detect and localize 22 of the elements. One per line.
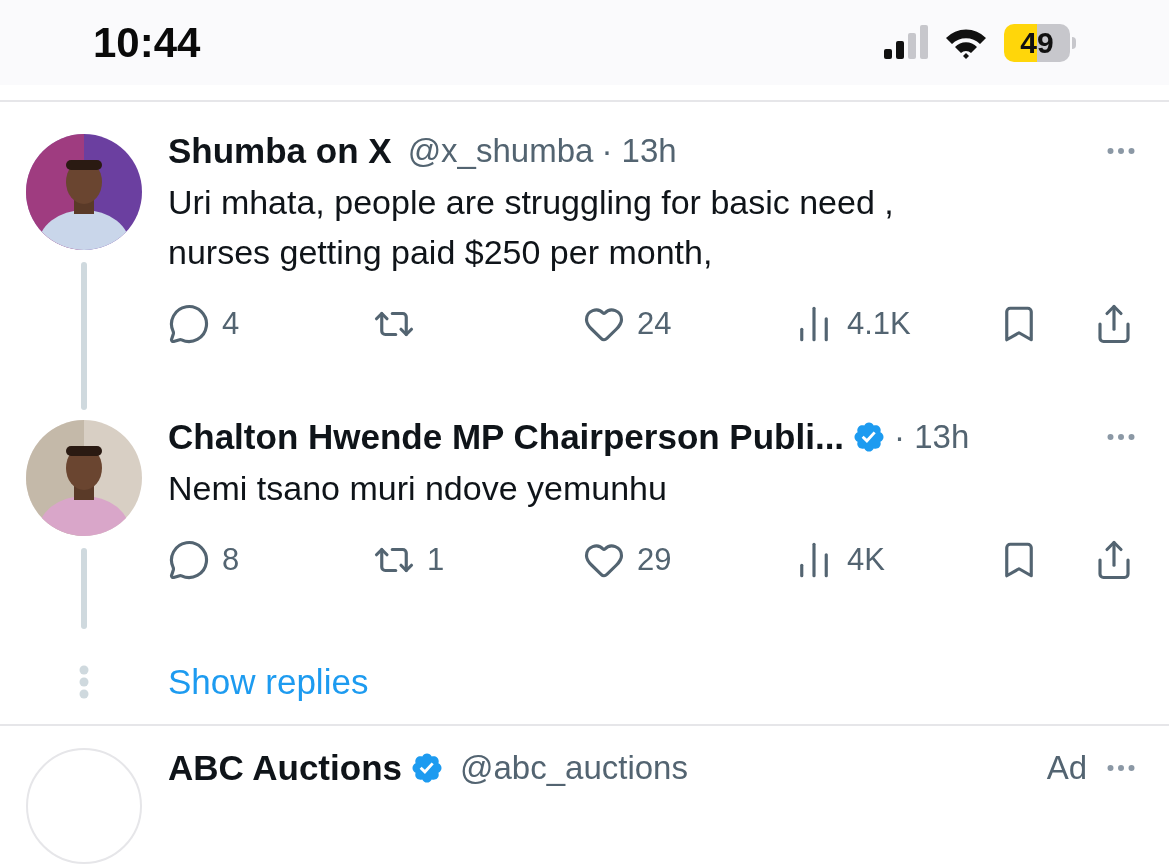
stat-count: 24: [637, 304, 672, 343]
ad-label: Ad: [1046, 748, 1087, 789]
stat-count: 4: [222, 304, 240, 343]
post-time: · 13h: [601, 131, 677, 172]
stat-count: 1: [427, 540, 445, 579]
post-time: · 13h: [894, 417, 970, 458]
author-handle[interactable]: @abc_auctions: [460, 743, 688, 793]
reply-icon[interactable]: [168, 302, 210, 345]
author-name[interactable]: Shumba on X: [168, 124, 392, 178]
reply-icon[interactable]: [168, 538, 210, 581]
status-time: 10:44: [93, 18, 201, 69]
post-text: Nemi tsano muri ndove yemunhu: [168, 467, 668, 509]
stat-count: 4K: [847, 540, 885, 579]
author-handle[interactable]: @x_shumba: [407, 126, 594, 176]
author-name[interactable]: Chalton Hwende MP Chairperson Publi...: [168, 410, 845, 464]
post-text: Uri mhata, people are struggling for basic need , nurses getting paid $250 per month,: [168, 181, 895, 273]
author-name[interactable]: ABC Auctions: [168, 741, 402, 795]
verified-badge-icon: [410, 751, 444, 785]
stat-count: 4.1K: [847, 304, 911, 343]
thread-dots-icon: [79, 664, 89, 699]
stat-count: 8: [222, 540, 240, 579]
stat-count: 29: [637, 540, 672, 579]
